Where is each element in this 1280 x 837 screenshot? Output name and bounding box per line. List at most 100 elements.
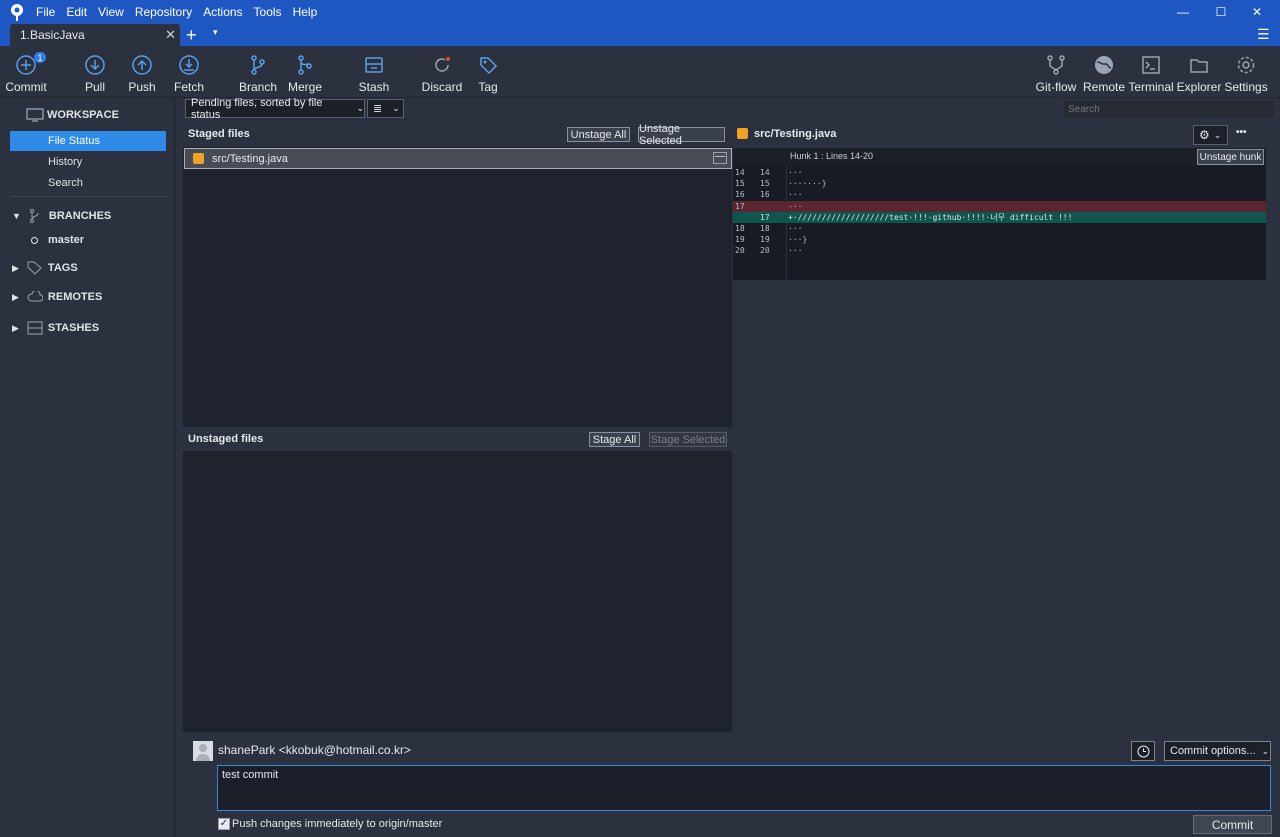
close-window-button[interactable]: ✕ — [1234, 0, 1280, 24]
discard-icon — [435, 57, 450, 72]
menu-actions[interactable]: Actions — [203, 5, 242, 19]
sidebar-item-search[interactable]: Search — [10, 173, 166, 193]
tag-button[interactable]: Tag — [473, 46, 503, 96]
explorer-button[interactable]: Explorer — [1176, 46, 1222, 96]
diff-file-name: src/Testing.java — [754, 128, 837, 140]
branch-label: Branch — [238, 80, 278, 94]
tags-label: TAGS — [47, 262, 78, 274]
commit-label: Commit — [5, 80, 47, 94]
sidebar-remotes-header[interactable]: ▶ REMOTES — [12, 291, 102, 303]
avatar — [193, 741, 213, 761]
tag-label: Tag — [478, 80, 498, 94]
explorer-label: Explorer — [1176, 80, 1222, 94]
unstage-all-button[interactable]: Unstage All — [567, 127, 630, 142]
branch-button[interactable]: Branch — [238, 46, 278, 96]
commit-submit-button[interactable]: Commit — [1193, 815, 1272, 834]
stash-icon — [365, 57, 383, 73]
menu-repository[interactable]: Repository — [135, 5, 192, 19]
settings-button[interactable]: Settings — [1224, 46, 1268, 96]
diff-line: 18 18 ··· — [735, 224, 803, 233]
staged-files-title: Staged files — [188, 128, 250, 140]
merge-button[interactable]: Merge — [287, 46, 323, 96]
close-tab-icon[interactable]: ✕ — [165, 27, 176, 43]
gear-icon — [1237, 56, 1255, 74]
pull-button[interactable]: Pull — [80, 46, 110, 96]
diff-line: 16 16 ··· — [735, 190, 803, 199]
tag-icon — [480, 57, 498, 75]
terminal-icon — [1142, 56, 1160, 74]
add-tab-button[interactable]: + — [186, 25, 197, 45]
sidebar-workspace-header: WORKSPACE — [26, 108, 119, 122]
diff-line: 14 14 ··· — [735, 168, 803, 177]
diff-line: 20 20 ··· — [735, 246, 803, 255]
remotes-label: REMOTES — [47, 291, 103, 303]
hamburger-menu-icon[interactable]: ☰ — [1257, 26, 1270, 43]
monitor-icon — [26, 108, 44, 122]
push-label: Push — [128, 80, 156, 94]
menu-help[interactable]: Help — [293, 5, 318, 19]
gitflow-button[interactable]: Git-flow — [1034, 46, 1078, 96]
file-sort-dropdown[interactable]: Pending files, sorted by file status ⌄ — [185, 97, 365, 121]
unstage-selected-button[interactable]: Unstage Selected — [638, 123, 725, 147]
fetch-icon — [179, 55, 199, 75]
diff-line-removed: 17 -·· — [733, 201, 1266, 212]
sidebar-divider — [10, 196, 167, 197]
chevron-right-icon: ▶ — [12, 322, 19, 333]
stash-icon — [27, 321, 43, 335]
menu-view[interactable]: View — [98, 5, 124, 19]
hunk-title: Hunk 1 : Lines 14-20 — [790, 151, 874, 161]
merge-label: Merge — [287, 80, 322, 94]
fetch-button[interactable]: Fetch — [174, 46, 204, 96]
stage-all-button[interactable]: Stage All — [589, 432, 640, 447]
diff-options-dropdown[interactable]: ⚙ ⌄ — [1193, 125, 1228, 145]
chevron-right-icon: ▶ — [12, 262, 19, 273]
sidebar-item-file-status[interactable]: File Status — [10, 131, 166, 151]
sidebar-item-history[interactable]: History — [10, 152, 166, 172]
menu-tools[interactable]: Tools — [254, 5, 282, 19]
commit-author: shanePark <kkobuk@hotmail.co.kr> — [218, 743, 411, 757]
terminal-label: Terminal — [1128, 80, 1174, 94]
view-mode-dropdown[interactable]: ≣ ⌄ — [367, 99, 404, 118]
search-input[interactable] — [1063, 100, 1275, 119]
sidebar-stashes-header[interactable]: ▶ STASHES — [12, 321, 99, 335]
sidebar-branch-master[interactable]: master — [31, 234, 84, 246]
staged-file-name: src/Testing.java — [212, 152, 288, 165]
branch-master-label: master — [48, 234, 85, 246]
branches-label: BRANCHES — [48, 210, 112, 222]
discard-button[interactable]: Discard — [422, 46, 462, 96]
stage-selected-button[interactable]: Stage Selected — [649, 432, 727, 447]
pull-label: Pull — [84, 80, 105, 94]
cloud-icon — [27, 291, 43, 302]
more-options-button[interactable]: ••• — [1236, 127, 1247, 138]
commit-message-input[interactable]: test commit — [217, 765, 1271, 811]
terminal-button[interactable]: Terminal — [1128, 46, 1174, 96]
commit-options-dropdown[interactable]: Commit options... ⌄ — [1164, 741, 1271, 761]
chevron-down-icon: ⌄ — [1213, 129, 1222, 140]
clock-icon — [1137, 745, 1149, 757]
sidebar-tags-header[interactable]: ▶ TAGS — [12, 261, 78, 275]
unstage-file-button[interactable]: — — [713, 152, 727, 164]
diff-line-added: 17 +·///////////////////test·!!!·github·!… — [733, 212, 1266, 223]
branch-icon — [29, 209, 39, 223]
remote-button[interactable]: Remote — [1082, 46, 1126, 96]
push-immediately-checkbox[interactable]: ✓ — [218, 818, 230, 830]
user-icon — [196, 744, 210, 761]
staged-file-row[interactable]: src/Testing.java — — [184, 148, 732, 169]
chevron-down-icon: ⌄ — [356, 103, 364, 113]
push-button[interactable]: Push — [127, 46, 157, 96]
remote-label: Remote — [1082, 80, 1126, 94]
tag-icon — [27, 261, 42, 275]
workspace-label: WORKSPACE — [47, 109, 119, 121]
current-branch-icon — [31, 236, 38, 244]
tab-repository[interactable]: 1.BasicJava ✕ — [10, 24, 180, 46]
menu-edit[interactable]: Edit — [66, 5, 87, 19]
stash-button[interactable]: Stash — [356, 46, 392, 96]
commit-history-button[interactable] — [1131, 741, 1155, 761]
gitflow-icon — [1047, 55, 1065, 75]
menu-file[interactable]: File — [36, 5, 55, 19]
unstage-hunk-button[interactable]: Unstage hunk — [1197, 149, 1264, 165]
modified-file-icon — [193, 153, 204, 164]
push-immediately-label: Push changes immediately to origin/maste… — [232, 818, 443, 830]
tab-dropdown-icon[interactable]: ▾ — [213, 27, 218, 38]
sidebar-branches-header[interactable]: ▼ BRANCHES — [12, 209, 111, 223]
